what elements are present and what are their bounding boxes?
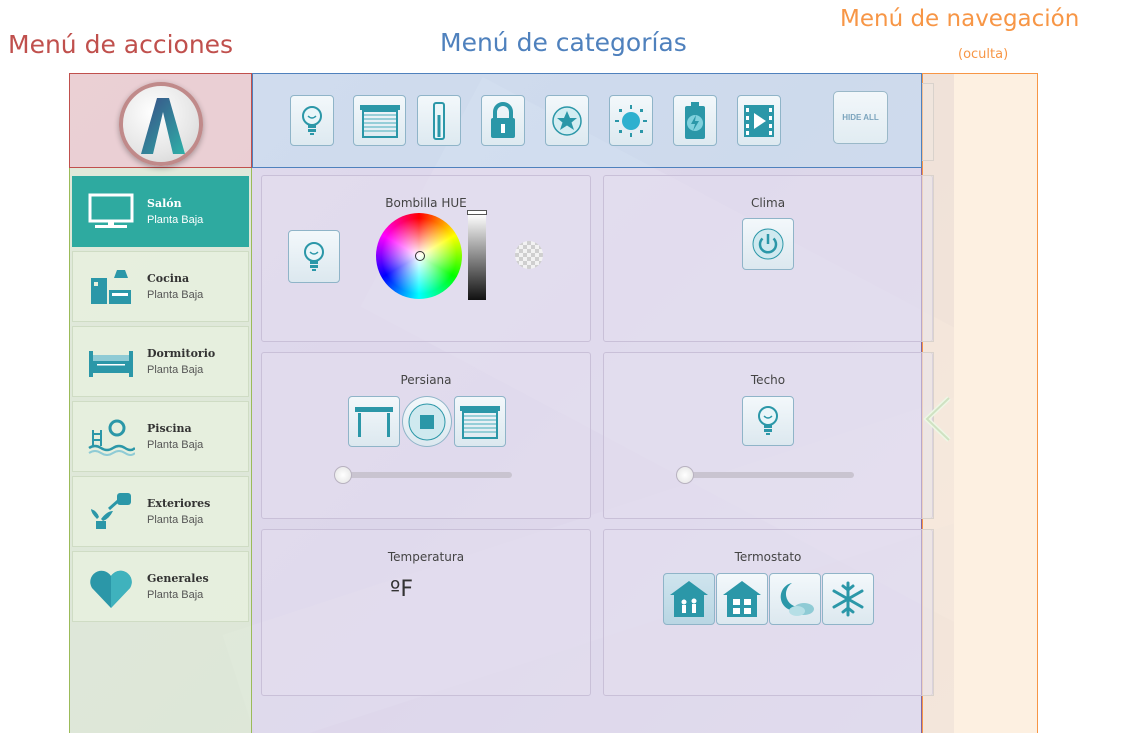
room-floor: Planta Baja	[147, 439, 204, 451]
color-wheel-cursor[interactable]	[415, 251, 425, 261]
selected-color-swatch	[515, 241, 543, 269]
room-floor: Planta Baja	[147, 289, 204, 301]
lock-icon	[491, 101, 515, 138]
persiana-slider-track[interactable]	[340, 472, 512, 478]
room-item-dormitorio[interactable]: Dormitorio Planta Baja	[72, 326, 249, 397]
device-card-termostato: Termostato	[603, 529, 933, 696]
device-title: Bombilla HUE	[385, 196, 467, 210]
card-overflow	[922, 175, 934, 342]
device-title: Techo	[750, 373, 786, 387]
stop-icon	[408, 403, 446, 440]
room-name: Salón	[147, 197, 182, 210]
temperature-value: ºF	[390, 577, 414, 602]
thermometer-icon	[433, 101, 445, 140]
brightness-slider-handle[interactable]	[467, 210, 487, 215]
device-card-temperatura: Temperatura	[261, 529, 591, 696]
techo-light-toggle-button[interactable]	[742, 396, 794, 446]
room-floor: Planta Baja	[147, 214, 204, 226]
night-mode-icon	[780, 583, 814, 616]
lightbulb-icon	[758, 406, 778, 435]
navigation-menu-hidden-note: (oculta)	[958, 47, 1009, 62]
lightbulb-icon	[304, 241, 324, 271]
techo-slider-track[interactable]	[682, 472, 854, 478]
tv-icon	[88, 193, 134, 228]
device-title: Temperatura	[387, 550, 465, 564]
media-icon	[744, 104, 774, 137]
battery-icon	[685, 101, 705, 139]
app-logo[interactable]	[119, 82, 203, 166]
chevron-left-icon[interactable]	[923, 396, 953, 442]
room-item-cocina[interactable]: Cocina Planta Baja	[72, 251, 249, 322]
hue-light-toggle-button[interactable]	[288, 230, 340, 283]
room-floor: Planta Baja	[147, 514, 204, 526]
pool-icon	[88, 419, 135, 456]
blind-close-button[interactable]	[454, 396, 506, 447]
room-item-exteriores[interactable]: Exteriores Planta Baja	[72, 476, 249, 547]
categories-menu-heading: Menú de categorías	[440, 28, 687, 57]
room-name: Piscina	[147, 422, 192, 435]
thermostat-economy-button[interactable]	[716, 573, 768, 625]
heart-icon	[90, 570, 132, 608]
clima-power-button[interactable]	[742, 218, 794, 270]
category-temperature-button[interactable]	[417, 95, 461, 146]
blind-open-icon	[355, 406, 393, 437]
brightness-slider[interactable]	[468, 214, 486, 300]
device-title: Termostato	[734, 550, 802, 564]
category-security-button[interactable]	[481, 95, 525, 146]
comfort-mode-icon	[670, 581, 708, 617]
thermostat-comfort-button[interactable]	[663, 573, 715, 625]
kitchen-icon	[91, 270, 131, 304]
economy-mode-icon	[723, 581, 761, 617]
category-bar-overflow	[922, 83, 934, 161]
room-floor: Planta Baja	[147, 589, 204, 601]
room-name: Generales	[147, 572, 209, 585]
thermostat-night-button[interactable]	[769, 573, 821, 625]
actions-menu-heading: Menú de acciones	[8, 30, 234, 59]
device-title: Persiana	[400, 373, 452, 387]
blind-icon	[359, 104, 400, 138]
lightbulb-icon	[302, 105, 322, 135]
star-icon	[552, 105, 582, 136]
category-favorites-button[interactable]	[545, 95, 589, 146]
room-floor: Planta Baja	[147, 364, 204, 376]
category-blinds-button[interactable]	[353, 95, 406, 146]
blind-closed-icon	[460, 405, 500, 439]
blind-stop-button[interactable]	[402, 396, 452, 447]
room-name: Cocina	[147, 272, 190, 285]
techo-slider-knob[interactable]	[676, 466, 694, 484]
card-overflow	[922, 529, 934, 696]
watering-can-icon	[91, 493, 131, 529]
power-icon	[752, 228, 784, 260]
room-item-salon[interactable]: Salón Planta Baja	[72, 176, 249, 247]
category-scenes-button[interactable]	[609, 95, 653, 146]
room-item-piscina[interactable]: Piscina Planta Baja	[72, 401, 249, 472]
category-energy-button[interactable]	[673, 95, 717, 146]
category-media-button[interactable]	[737, 95, 781, 146]
category-lights-button[interactable]	[290, 95, 334, 146]
sun-icon	[615, 104, 647, 137]
antifreeze-mode-icon	[832, 581, 864, 617]
device-title: Clima	[750, 196, 786, 210]
hide-all-button[interactable]: HIDE ALL	[833, 91, 888, 144]
blind-open-button[interactable]	[348, 396, 400, 447]
navigation-menu-heading: Menú de navegación	[840, 6, 1080, 32]
room-name: Dormitorio	[147, 347, 216, 360]
bed-icon	[89, 351, 133, 377]
thermostat-antifreeze-button[interactable]	[822, 573, 874, 625]
room-name: Exteriores	[147, 497, 211, 510]
logo-a-icon	[141, 98, 185, 154]
persiana-slider-knob[interactable]	[334, 466, 352, 484]
room-item-generales[interactable]: Generales Planta Baja	[72, 551, 249, 622]
